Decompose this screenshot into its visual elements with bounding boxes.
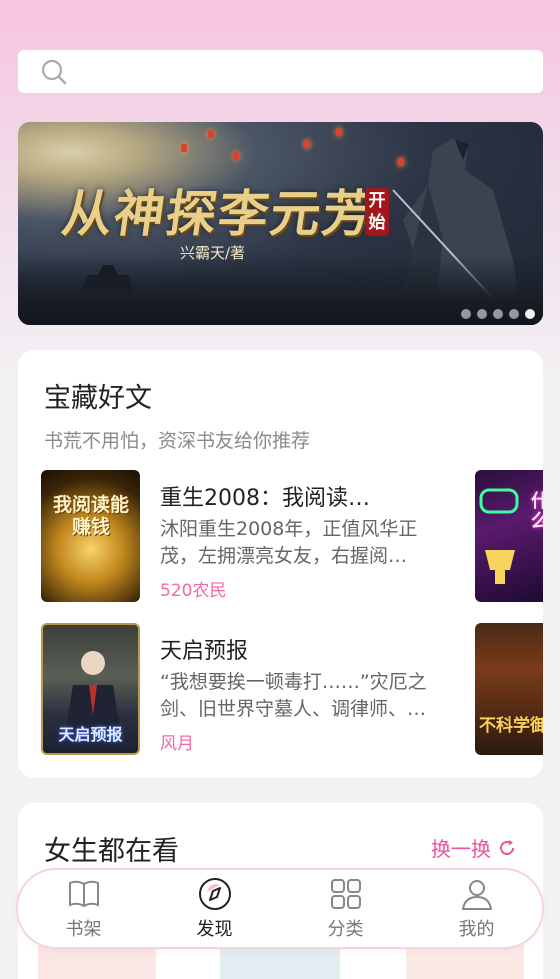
tab-profile[interactable]: 我的: [411, 870, 542, 947]
book-cover-peek[interactable]: 不科学御: [475, 623, 543, 755]
cover-title: 不科学御: [479, 716, 543, 736]
banner-seal: 开始: [365, 188, 389, 236]
cover-title: 我阅读能赚钱: [52, 494, 129, 538]
book-title: 天启预报: [160, 639, 249, 664]
refresh-icon: [500, 839, 514, 855]
tab-bookshelf[interactable]: 书架: [18, 870, 149, 947]
book-item[interactable]: 天启预报 天启预报 “我想要挨一顿毒打……”灾厄之剑、旧世界守墓人、调律师、… …: [41, 623, 461, 755]
search-icon: [41, 59, 67, 84]
book-title: 重生2008：我阅读…: [160, 486, 370, 511]
refresh-label: 换一换: [431, 837, 491, 861]
search-bar[interactable]: [18, 50, 543, 93]
tab-label: 分类: [327, 918, 364, 940]
book-cover[interactable]: [38, 943, 156, 979]
book-author[interactable]: 风月: [160, 729, 194, 754]
section-subtitle: 书荒不用怕，资深书友给你推荐: [44, 430, 311, 452]
book-description: 沐阳重生2008年，正值风华正茂，左拥漂亮女友，右握阅…: [160, 518, 418, 567]
compass-icon: [198, 877, 231, 910]
book-cover[interactable]: 我阅读能赚钱: [41, 470, 140, 602]
banner-author: 兴霸天/著: [180, 244, 246, 262]
refresh-button[interactable]: 换一换: [431, 833, 517, 862]
bottom-tab-bar: 书架 发现 分类 我的: [18, 870, 542, 947]
book-description: “我想要挨一顿毒打……”灾厄之剑、旧世界守墓人、调律师、…: [160, 671, 427, 720]
carousel-dot[interactable]: [509, 309, 519, 319]
trophy-icon: [479, 488, 519, 584]
book-cover[interactable]: [220, 943, 340, 979]
book-icon: [68, 880, 99, 907]
section-title: 女生都在看: [44, 836, 179, 867]
grid-icon: [330, 878, 361, 909]
user-icon: [461, 879, 492, 910]
carousel-indicator: [461, 309, 535, 319]
tab-label: 书架: [65, 918, 102, 940]
tab-label: 我的: [458, 918, 495, 940]
book-thumbnails: [38, 943, 524, 979]
section-title: 宝藏好文: [44, 383, 152, 414]
book-author[interactable]: 520农民: [160, 576, 226, 601]
carousel-dot[interactable]: [461, 309, 471, 319]
carousel-dot[interactable]: [477, 309, 487, 319]
book-cover[interactable]: 天启预报: [41, 623, 140, 755]
banner-title: 从神探李元芳: [58, 184, 379, 243]
carousel-dot[interactable]: [525, 309, 535, 319]
cover-title: 天启预报: [58, 725, 123, 744]
tab-discover[interactable]: 发现: [149, 870, 280, 947]
carousel-dot[interactable]: [493, 309, 503, 319]
promo-banner[interactable]: 从神探李元芳 开始 兴霸天/著: [18, 122, 543, 325]
search-input[interactable]: [78, 50, 543, 93]
featured-section: 宝藏好文 书荒不用怕，资深书友给你推荐 我阅读能赚钱 重生2008：我阅读… 沐…: [18, 350, 543, 778]
book-cover[interactable]: [406, 943, 524, 979]
tab-label: 发现: [196, 918, 233, 940]
tab-category[interactable]: 分类: [280, 870, 411, 947]
book-item[interactable]: 我阅读能赚钱 重生2008：我阅读… 沐阳重生2008年，正值风华正茂，左拥漂亮…: [41, 470, 461, 602]
book-cover-peek[interactable]: 什么: [475, 470, 543, 602]
